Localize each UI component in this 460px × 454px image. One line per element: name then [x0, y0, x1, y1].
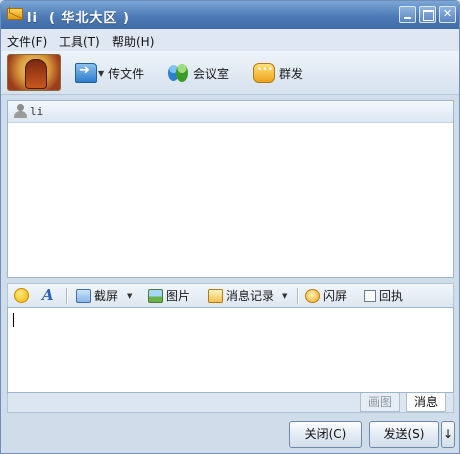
menu-file[interactable]: 文件(F): [7, 33, 47, 50]
title-bar[interactable]: li ( 华北大区 ) ✕: [1, 1, 459, 29]
group-send-button[interactable]: 群发: [253, 61, 303, 85]
receipt-toggle[interactable]: 回执: [364, 287, 403, 304]
chat-window: li ( 华北大区 ) ✕ 文件(F) 工具(T) 帮助(H) ▼ 传文件 会议…: [0, 0, 460, 454]
send-file-label: 传文件: [108, 66, 145, 81]
group-send-label: 群发: [279, 66, 304, 81]
screenshot-button[interactable]: 截屏 ▼: [76, 287, 132, 304]
input-toolbar: A 截屏 ▼ 图片 消息记录 ▼ 闪屏 回执: [7, 283, 454, 307]
flash-screen-button[interactable]: 闪屏: [305, 287, 347, 304]
text-cursor: [13, 313, 14, 327]
window-title: li ( 华北大区 ): [27, 11, 130, 26]
smiley-icon: [14, 288, 29, 303]
chevron-down-icon[interactable]: ▼: [282, 292, 287, 300]
screenshot-label: 截屏: [94, 289, 119, 303]
maximize-button[interactable]: [419, 6, 436, 23]
flash-icon: [305, 288, 320, 303]
menu-tools[interactable]: 工具(T): [59, 33, 100, 50]
image-label: 图片: [166, 289, 191, 303]
meeting-room-label: 会议室: [193, 66, 230, 81]
folder-icon: [75, 63, 97, 83]
close-button[interactable]: 关闭(C): [289, 421, 362, 448]
send-button[interactable]: 发送(S): [369, 421, 439, 448]
mode-tabs: 画图 消息: [7, 393, 454, 413]
emoticon-button[interactable]: [14, 287, 29, 304]
history-label: 消息记录: [226, 289, 275, 303]
divider: [66, 288, 67, 304]
font-button[interactable]: A: [42, 287, 54, 304]
image-button[interactable]: 图片: [148, 287, 190, 304]
image-icon: [148, 288, 163, 303]
mail-icon: [7, 8, 23, 20]
avatar[interactable]: [7, 54, 61, 91]
function-toolbar: ▼ 传文件 会议室 群发: [1, 51, 459, 95]
history-icon: [208, 288, 223, 303]
tab-draw[interactable]: 画图: [360, 393, 401, 412]
menu-help[interactable]: 帮助(H): [112, 33, 154, 50]
contact-name: li: [30, 105, 44, 118]
people-icon: [167, 63, 189, 83]
conversation-area[interactable]: li: [7, 100, 454, 278]
divider: [297, 288, 298, 304]
tab-message[interactable]: 消息: [406, 393, 447, 412]
minimize-button[interactable]: [399, 6, 416, 23]
message-input[interactable]: [7, 307, 454, 393]
flash-label: 闪屏: [323, 289, 348, 303]
conversation-header: li: [8, 101, 453, 123]
receipt-label: 回执: [379, 289, 404, 303]
close-window-button[interactable]: ✕: [439, 6, 456, 23]
menu-bar: 文件(F) 工具(T) 帮助(H): [1, 29, 459, 51]
chevron-down-icon: ▼: [98, 68, 105, 78]
send-options-button[interactable]: ↓: [441, 421, 455, 448]
history-button[interactable]: 消息记录 ▼: [208, 287, 287, 304]
chevron-down-icon[interactable]: ▼: [127, 292, 132, 300]
send-file-button[interactable]: ▼ 传文件: [75, 61, 144, 85]
screenshot-icon: [76, 288, 91, 303]
user-icon: [13, 104, 27, 119]
font-icon: A: [42, 286, 54, 304]
chat-bubble-icon: [253, 63, 275, 83]
receipt-checkbox[interactable]: [364, 289, 376, 302]
meeting-room-button[interactable]: 会议室: [167, 61, 229, 85]
